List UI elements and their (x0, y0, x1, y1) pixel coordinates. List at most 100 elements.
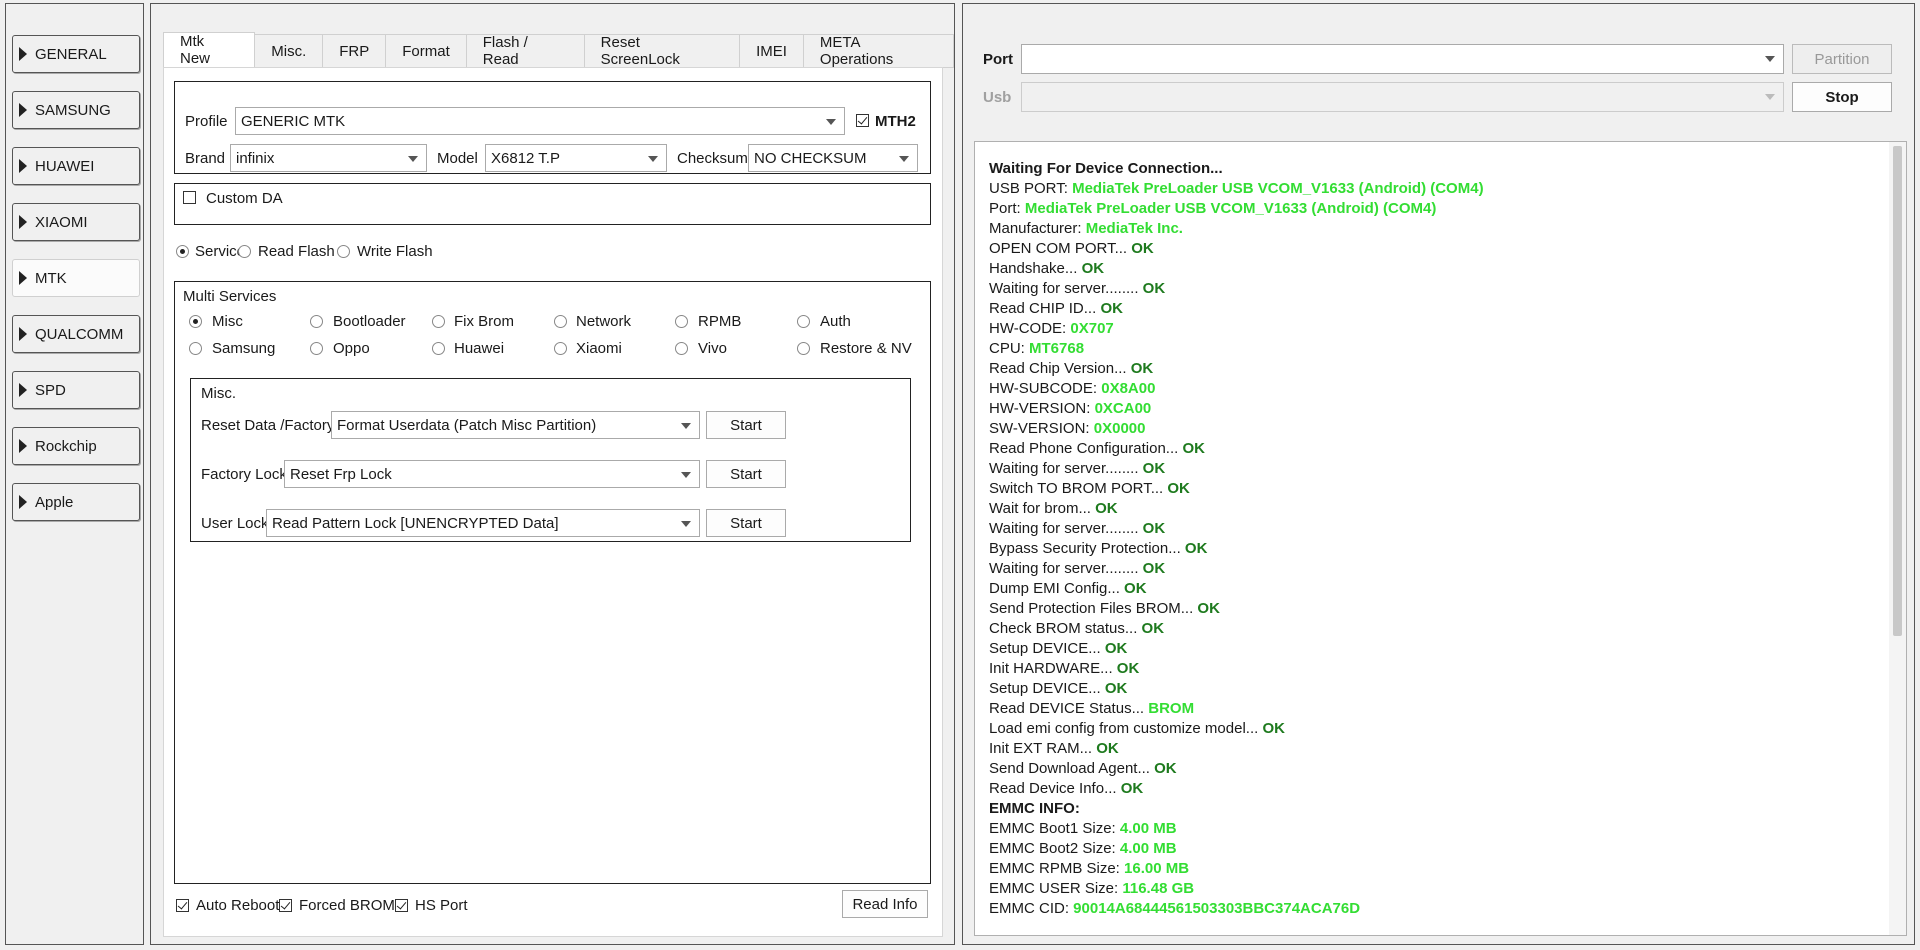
factory-lock-select[interactable]: Reset Frp Lock (284, 460, 700, 488)
log-line-text: Read Phone Configuration... (989, 440, 1183, 457)
sidebar-item-rockchip[interactable]: Rockchip (12, 427, 140, 465)
forced-brom-checkbox[interactable] (279, 899, 292, 912)
radio-misc[interactable] (189, 315, 202, 328)
tab-format[interactable]: Format (386, 34, 467, 68)
radio-xiaomi[interactable] (554, 342, 567, 355)
port-select[interactable] (1021, 44, 1784, 74)
log-line-text: Switch TO BROM PORT... (989, 480, 1168, 497)
radio-rpmb[interactable] (675, 315, 688, 328)
sidebar-item-apple[interactable]: Apple (12, 483, 140, 521)
log-line-value: MT6768 (1029, 340, 1085, 357)
radio-oppo-label: Oppo (333, 340, 370, 357)
multi-services-group: Multi Services Misc Bootloader Fix Brom … (174, 281, 931, 884)
factory-lock-select-value: Reset Frp Lock (290, 465, 392, 483)
radio-huawei[interactable] (432, 342, 445, 355)
tab-flash-read[interactable]: Flash / Read (466, 34, 585, 68)
log-scrollbar[interactable] (1889, 142, 1906, 935)
radio-rpmb-label: RPMB (698, 313, 742, 330)
mth2-label: MTH2 (875, 113, 916, 130)
stop-button[interactable]: Stop (1792, 82, 1892, 112)
play-arrow-icon (19, 439, 27, 453)
log-line-value: 0X0000 (1093, 420, 1146, 437)
log-line-value: MediaTek PreLoader USB VCOM_V1633 (Andro… (1024, 200, 1437, 217)
tab-frp[interactable]: FRP (323, 34, 387, 68)
radio-bootloader[interactable] (310, 315, 323, 328)
log-line-text: Port: (989, 200, 1025, 217)
log-line-text: HW-VERSION: (989, 400, 1095, 417)
log-line-text: Waiting for server........ (989, 280, 1143, 297)
profile-select-value: GENERIC MTK (241, 112, 346, 130)
radio-read-flash[interactable] (238, 245, 251, 258)
log-line: Waiting for server........ OK (989, 459, 1484, 479)
custom-da-checkbox[interactable] (183, 191, 196, 204)
tab-reset-screenlock[interactable]: Reset ScreenLock (584, 34, 741, 68)
sidebar-item-samsung[interactable]: SAMSUNG (12, 91, 140, 129)
log-line-text: Dump EMI Config... (989, 580, 1125, 597)
reset-data-select[interactable]: Format Userdata (Patch Misc Partition) (331, 411, 700, 439)
tab-misc[interactable]: Misc. (255, 34, 324, 68)
log-line: HW-CODE: 0X707 (989, 319, 1484, 339)
model-select[interactable]: X6812 T.P (485, 144, 667, 172)
log-line-text: Setup DEVICE... (989, 680, 1105, 697)
radio-auth-label: Auth (820, 313, 851, 330)
auto-reboot-checkbox[interactable] (176, 899, 189, 912)
partition-button[interactable]: Partition (1792, 44, 1892, 74)
read-info-button[interactable]: Read Info (842, 890, 928, 918)
sidebar-item-mtk[interactable]: MTK (12, 259, 140, 297)
log-line: EMMC Boot2 Size: 4.00 MB (989, 839, 1484, 859)
radio-fix-brom-label: Fix Brom (454, 313, 514, 330)
log-line-text: Send Protection Files BROM... (989, 600, 1198, 617)
radio-auth[interactable] (797, 315, 810, 328)
reset-data-start-button[interactable]: Start (706, 411, 786, 439)
log-line-value: OK (1124, 580, 1147, 597)
sidebar-item-huawei[interactable]: HUAWEI (12, 147, 140, 185)
sidebar-item-general[interactable]: GENERAL (12, 35, 140, 73)
radio-restore-nv[interactable] (797, 342, 810, 355)
log-line-value: OK (1142, 460, 1166, 477)
radio-service[interactable] (176, 245, 189, 258)
scroll-thumb[interactable] (1893, 146, 1902, 636)
user-lock-select[interactable]: Read Pattern Lock [UNENCRYPTED Data] (266, 509, 700, 537)
brand-select[interactable]: infinix (230, 144, 427, 172)
radio-samsung[interactable] (189, 342, 202, 355)
log-line-text: Waiting for server........ (989, 560, 1143, 577)
log-line-text: EMMC CID: (989, 900, 1074, 917)
chevron-down-icon (681, 521, 691, 527)
tab-imei[interactable]: IMEI (740, 34, 804, 68)
tab-meta-operations[interactable]: META Operations (803, 34, 954, 68)
sidebar-item-xiaomi[interactable]: XIAOMI (12, 203, 140, 241)
log-line-value: OK (1131, 240, 1154, 257)
log-line: EMMC INFO: (989, 799, 1484, 819)
log-line-value: MediaTek Inc. (1085, 220, 1183, 237)
log-line-text: Wait for brom... (989, 500, 1096, 517)
checksum-select[interactable]: NO CHECKSUM (748, 144, 918, 172)
log-line-value: OK (1141, 620, 1165, 637)
log-line: Send Download Agent... OK (989, 759, 1484, 779)
log-line: Init HARDWARE... OK (989, 659, 1484, 679)
mth2-checkbox[interactable] (856, 114, 869, 127)
log-line: Read DEVICE Status... BROM (989, 699, 1484, 719)
tab-mtk-new[interactable]: Mtk New (163, 32, 256, 68)
radio-vivo[interactable] (675, 342, 688, 355)
log-line-value: OK (1184, 540, 1208, 557)
sidebar-item-qualcomm[interactable]: QUALCOMM (12, 315, 140, 353)
factory-lock-start-button[interactable]: Start (706, 460, 786, 488)
radio-oppo[interactable] (310, 342, 323, 355)
model-select-value: X6812 T.P (491, 149, 560, 167)
log-line-value: 116.48 GB (1122, 880, 1195, 897)
user-lock-start-button[interactable]: Start (706, 509, 786, 537)
profile-select[interactable]: GENERIC MTK (235, 107, 845, 135)
usb-select[interactable] (1021, 82, 1784, 112)
radio-write-flash[interactable] (337, 245, 350, 258)
radio-huawei-label: Huawei (454, 340, 505, 357)
hs-port-checkbox[interactable] (395, 899, 408, 912)
log-line: Bypass Security Protection... OK (989, 539, 1484, 559)
log-line-value: OK (1142, 520, 1166, 537)
log-line-text: Read CHIP ID... (989, 300, 1101, 317)
log-output[interactable]: Waiting For Device Connection... USB PORT… (974, 141, 1907, 936)
log-line-value: OK (1167, 480, 1190, 497)
radio-fix-brom[interactable] (432, 315, 445, 328)
log-line-text: Read Device Info... (989, 780, 1121, 797)
sidebar-item-spd[interactable]: SPD (12, 371, 140, 409)
radio-network[interactable] (554, 315, 567, 328)
